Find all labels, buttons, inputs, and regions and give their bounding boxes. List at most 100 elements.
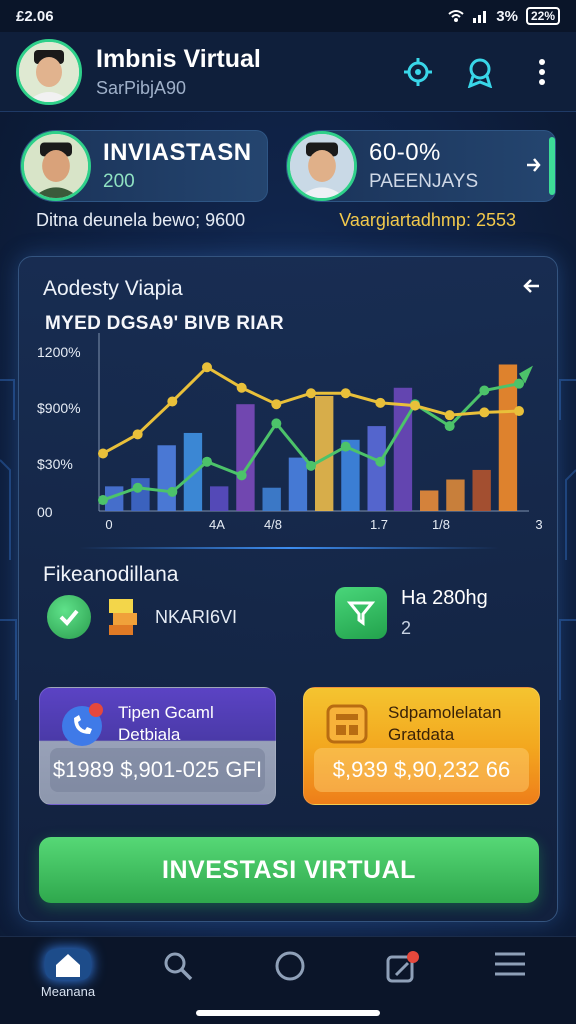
avatar: [21, 131, 91, 201]
user-avatar-image: [24, 134, 88, 198]
chart-point: [132, 482, 143, 493]
x-tick-label: 3: [535, 517, 542, 532]
investment-summary-card[interactable]: INVIASTASN 200: [20, 130, 268, 202]
app-header: Imbnis Virtual SarPibjA90: [0, 32, 576, 112]
filter-icon: [335, 587, 387, 639]
divider: [79, 547, 499, 549]
chart-point: [514, 378, 524, 389]
chart-series-line: [102, 365, 520, 455]
app-title: Imbnis Virtual: [96, 44, 261, 73]
y-tick-label: $900%: [37, 400, 81, 416]
chart-bar: [446, 479, 465, 511]
home-icon: [56, 953, 80, 977]
nav-menu[interactable]: [480, 949, 540, 999]
app-subtitle: SarPibjA90: [96, 77, 187, 98]
chart-point: [375, 456, 386, 467]
investment-title: INVIASTASN: [103, 139, 252, 166]
chart-point: [236, 470, 247, 481]
chart-point: [98, 495, 108, 506]
badge-icon: [467, 58, 493, 88]
chart-bar: [157, 445, 176, 511]
feature-right-value: Ha 280hg: [401, 587, 488, 609]
chart-bar: [131, 478, 150, 511]
x-tick-label: 0: [105, 517, 112, 532]
arrow-right-icon: [527, 158, 541, 172]
chart-point: [444, 410, 455, 421]
chart-point: [340, 388, 351, 399]
action-right-amount: $,939 $,90,232 66: [314, 748, 529, 792]
back-arrow-icon[interactable]: [521, 275, 543, 297]
avatar[interactable]: [16, 38, 82, 105]
x-tick-label: 4/8: [264, 517, 282, 532]
chart-point: [410, 400, 420, 411]
action-right-title: Sdpamolelatan: [388, 703, 502, 722]
action-card-left[interactable]: Tipen Gcaml Detbiala $1989 $,901-025 GFI: [39, 687, 276, 805]
cubes-icon: [109, 599, 137, 635]
chart-bar: [210, 486, 229, 511]
section-title: Fikeanodillana: [43, 563, 179, 586]
gear-icon: [404, 57, 432, 86]
target-caption: Vaargiartadhmp: 2553: [339, 210, 516, 230]
circle-icon: [275, 951, 305, 981]
action-left-title: Tipen Gcaml: [118, 703, 214, 722]
chart-bar: [367, 426, 386, 511]
balance-caption: Ditna deunela bewo; 9600: [36, 210, 246, 230]
investment-chart: 1200%$900%$30%000 4A 4/8 1.7 1/8 3: [37, 333, 543, 532]
menu-icon: [495, 952, 525, 976]
chart-point: [479, 407, 490, 418]
action-card-right[interactable]: Sdpamolelatan Gratdata $,939 $,90,232 66: [303, 687, 540, 805]
y-tick-label: 1200%: [37, 344, 81, 360]
chart-title: Aodesty Viapia: [43, 277, 183, 300]
return-percent: 60-0%: [369, 139, 441, 166]
chart-point: [444, 421, 455, 432]
calculator-icon: [326, 704, 368, 744]
feature-left[interactable]: NKARI6VI: [47, 595, 237, 639]
x-tick-label: 1.7: [370, 517, 388, 532]
invest-button[interactable]: INVESTASI VIRTUAL: [39, 837, 539, 903]
nav-notifications[interactable]: [372, 949, 432, 999]
more-button[interactable]: [524, 54, 560, 90]
home-indicator: [196, 1010, 380, 1016]
more-vertical-icon: [539, 58, 545, 85]
main-panel: Aodesty Viapia MYED DGSA9' BIVB RIAR 120…: [18, 256, 558, 922]
chart-point: [202, 362, 212, 373]
signal-icon: [473, 11, 487, 23]
shield-check-icon: [47, 595, 91, 639]
return-summary-card[interactable]: 60-0% PAEENJAYS: [286, 130, 556, 202]
chart-point: [202, 456, 212, 467]
wifi-icon: [448, 10, 464, 22]
chart-point: [271, 399, 282, 410]
chart-point: [271, 418, 282, 429]
feature-left-label: NKARI6VI: [155, 606, 238, 627]
chart-point: [167, 396, 178, 407]
chart-point: [167, 486, 178, 497]
chart-point: [132, 429, 143, 440]
nav-search[interactable]: [148, 949, 208, 999]
user-avatar-image: [19, 41, 79, 102]
action-left-amount: $1989 $,901-025 GFI: [50, 748, 265, 792]
chart-point: [98, 448, 108, 459]
return-label: PAEENJAYS: [369, 171, 479, 192]
bottom-nav: Meanana: [0, 936, 576, 1024]
chart-bar: [288, 457, 308, 511]
chart-bar: [262, 487, 281, 511]
y-tick-label: 00: [37, 504, 53, 520]
nav-circle[interactable]: [260, 949, 320, 999]
status-time: £2.06: [16, 7, 54, 25]
signal-text: 3%: [496, 7, 518, 25]
feature-right-sub: 2: [401, 618, 412, 638]
badge-button[interactable]: [462, 54, 498, 90]
chart-point: [479, 385, 490, 396]
settings-button[interactable]: [400, 54, 436, 90]
chart-point: [340, 441, 351, 452]
battery-icon: 22%: [525, 7, 560, 25]
user-avatar-image: [290, 134, 354, 198]
nav-home[interactable]: Meanana: [38, 949, 98, 999]
notification-icon: [386, 951, 419, 983]
status-icons: 3% 22%: [448, 7, 560, 25]
feature-right[interactable]: Ha 280hg 2: [335, 587, 488, 639]
action-right-subtitle: Gratdata: [388, 725, 455, 744]
chart-point: [514, 406, 524, 417]
chart-point: [306, 388, 316, 399]
nav-home-label: Meanana: [40, 984, 96, 999]
